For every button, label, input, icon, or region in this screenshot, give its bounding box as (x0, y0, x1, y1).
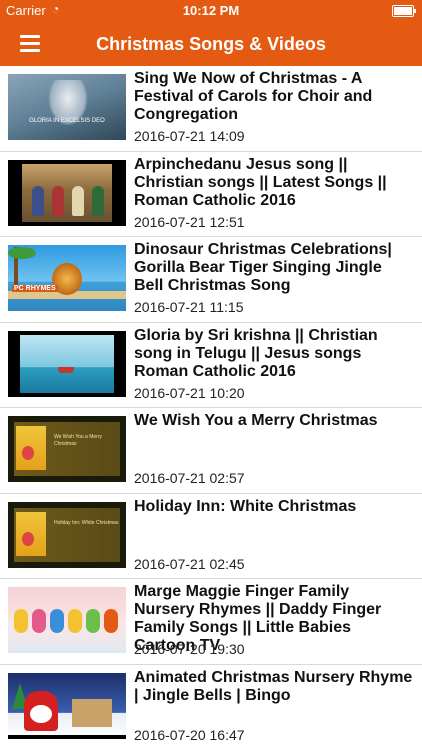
video-date: 2016-07-21 02:57 (134, 470, 245, 486)
video-thumbnail[interactable]: PC RHYMES (8, 245, 126, 311)
video-row[interactable]: Arpinchedanu Jesus song || Christian son… (0, 152, 422, 237)
video-thumbnail[interactable]: GLORIA IN EXCELSIS DEO (8, 74, 126, 140)
video-title[interactable]: Animated Christmas Nursery Rhyme | Jingl… (134, 669, 414, 705)
video-date: 2016-07-21 12:51 (134, 213, 245, 230)
video-date: 2016-07-20 19:30 (134, 641, 245, 657)
nativity-scene-image (22, 163, 112, 222)
video-thumbnail[interactable] (8, 330, 126, 397)
sea-image (20, 334, 114, 393)
video-row[interactable]: GLORIA IN EXCELSIS DEO Sing We Now of Ch… (0, 66, 422, 152)
video-thumbnail[interactable]: We Wish You a Merry Christmas (8, 416, 126, 482)
video-row[interactable]: PC RHYMES Dinosaur Christmas Celebration… (0, 237, 422, 323)
video-row[interactable]: We Wish You a Merry Christmas We Wish Yo… (0, 408, 422, 494)
video-thumbnail[interactable] (8, 587, 126, 653)
thumbnail-caption: Holiday Inn: White Christmas (54, 519, 119, 526)
video-title[interactable]: Arpinchedanu Jesus song || Christian son… (134, 156, 414, 210)
thumbnail-caption: PC RHYMES (12, 285, 58, 292)
video-thumbnail[interactable]: Holiday Inn: White Christmas (8, 501, 126, 568)
status-time: 10:12 PM (182, 3, 240, 18)
video-row[interactable]: Holiday Inn: White Christmas Holiday Inn… (0, 494, 422, 579)
video-title[interactable]: Gloria by Sri krishna || Christian song … (134, 327, 414, 381)
video-row[interactable]: Marge Maggie Finger Family Nursery Rhyme… (0, 579, 422, 665)
video-row[interactable]: Animated Christmas Nursery Rhyme | Jingl… (0, 665, 422, 750)
video-title[interactable]: Sing We Now of Christmas - A Festival of… (134, 70, 414, 124)
video-date: 2016-07-21 02:45 (134, 555, 245, 572)
songbook-image (16, 426, 46, 470)
status-bar: Carrier ◔ 10:12 PM (0, 0, 422, 22)
video-date: 2016-07-20 16:47 (134, 726, 245, 743)
nav-title: Christmas Songs & Videos (96, 34, 326, 54)
video-thumbnail[interactable] (8, 159, 126, 226)
video-date: 2016-07-21 11:15 (134, 299, 244, 315)
boat-image (58, 366, 74, 373)
thumbnail-caption: We Wish You a Merry Christmas (54, 434, 102, 447)
video-title[interactable]: Dinosaur Christmas Celebrations| Gorilla… (134, 241, 414, 295)
nav-bar: Christmas Songs & Videos (0, 22, 422, 66)
video-title[interactable]: We Wish You a Merry Christmas (134, 412, 414, 430)
house-image (72, 698, 112, 727)
thumbnail-caption: GLORIA IN EXCELSIS DEO (29, 118, 105, 124)
video-date: 2016-07-21 14:09 (134, 128, 245, 144)
songbook-image (16, 511, 46, 556)
video-title[interactable]: Holiday Inn: White Christmas (134, 498, 414, 516)
video-thumbnail[interactable] (8, 672, 126, 739)
video-row[interactable]: Gloria by Sri krishna || Christian song … (0, 323, 422, 408)
battery-icon (392, 5, 416, 17)
video-date: 2016-07-21 10:20 (134, 384, 245, 401)
video-list: GLORIA IN EXCELSIS DEO Sing We Now of Ch… (0, 66, 422, 750)
